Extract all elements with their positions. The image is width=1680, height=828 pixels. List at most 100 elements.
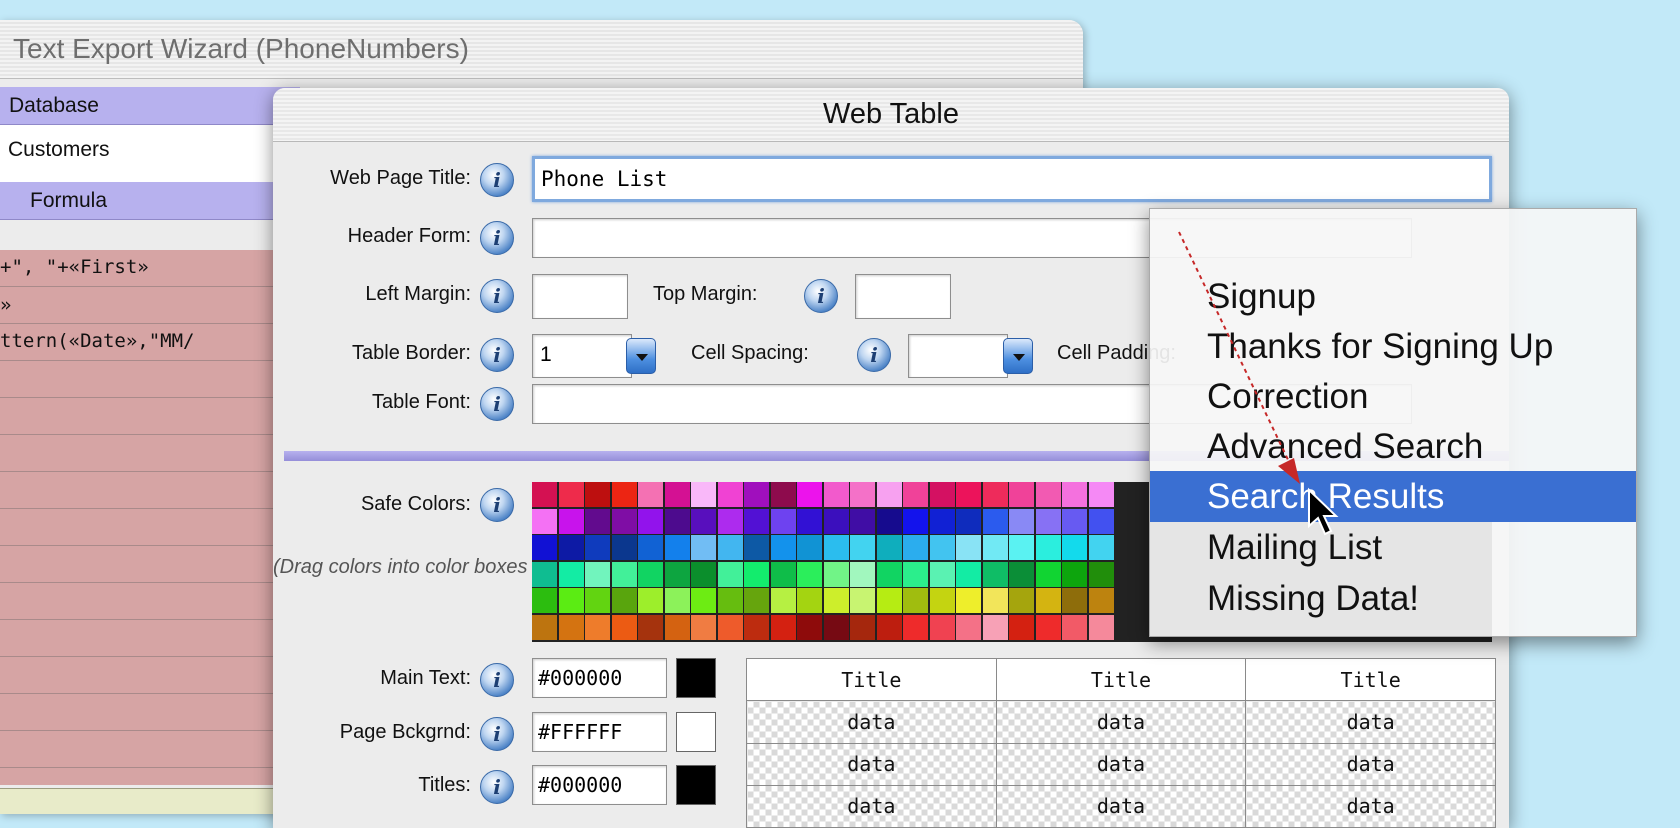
formula-column-header[interactable]: Formula — [0, 182, 300, 220]
color-swatch[interactable] — [956, 614, 981, 640]
color-swatch[interactable] — [876, 561, 902, 587]
color-swatch[interactable] — [903, 482, 928, 507]
info-icon[interactable]: i — [480, 279, 514, 313]
color-swatch[interactable] — [638, 535, 663, 560]
color-swatch[interactable] — [638, 482, 663, 507]
color-swatch[interactable] — [1035, 614, 1061, 640]
color-swatch[interactable] — [717, 482, 743, 507]
color-swatch[interactable] — [850, 561, 875, 587]
color-swatch[interactable] — [611, 482, 637, 507]
color-swatch[interactable] — [1062, 614, 1087, 640]
formula-list[interactable]: +", "+«First» » ttern(«Date»,"MM/ — [0, 250, 300, 785]
color-swatch[interactable] — [638, 561, 663, 587]
formula-line[interactable]: +", "+«First» — [0, 256, 149, 278]
color-swatch[interactable] — [558, 508, 584, 534]
color-swatch[interactable] — [982, 614, 1008, 640]
color-swatch[interactable] — [585, 614, 610, 640]
color-swatch[interactable] — [664, 508, 690, 534]
info-icon[interactable]: i — [480, 770, 514, 804]
color-swatch[interactable] — [532, 614, 557, 640]
color-swatch[interactable] — [850, 482, 875, 507]
color-swatch[interactable] — [691, 614, 716, 640]
info-icon[interactable]: i — [480, 717, 514, 751]
database-value[interactable]: Customers — [0, 125, 300, 182]
color-swatch[interactable] — [770, 482, 796, 507]
menu-item-advanced-search[interactable]: Advanced Search — [1150, 421, 1636, 472]
color-swatch[interactable] — [823, 561, 849, 587]
color-swatch[interactable] — [797, 535, 822, 560]
color-swatch[interactable] — [744, 508, 769, 534]
color-swatch[interactable] — [1088, 561, 1114, 587]
color-swatch[interactable] — [850, 508, 875, 534]
color-swatch[interactable] — [1062, 508, 1087, 534]
color-swatch[interactable] — [956, 535, 981, 560]
page-background-color-box[interactable] — [676, 712, 716, 752]
color-swatch[interactable] — [956, 482, 981, 507]
color-swatch[interactable] — [1088, 588, 1114, 613]
color-swatch[interactable] — [585, 482, 610, 507]
left-margin-input[interactable] — [532, 274, 628, 319]
titles-color-box[interactable] — [676, 765, 716, 805]
database-column-header[interactable]: Database — [0, 87, 300, 125]
color-swatch[interactable] — [717, 561, 743, 587]
color-swatch[interactable] — [585, 561, 610, 587]
color-swatch[interactable] — [1062, 482, 1087, 507]
info-icon[interactable]: i — [480, 488, 514, 522]
table-border-dropdown[interactable] — [626, 338, 656, 374]
color-swatch[interactable] — [717, 614, 743, 640]
color-swatch[interactable] — [850, 588, 875, 613]
color-swatch[interactable] — [1009, 535, 1034, 560]
color-swatch[interactable] — [797, 614, 822, 640]
color-swatch[interactable] — [1062, 561, 1087, 587]
color-swatch[interactable] — [691, 535, 716, 560]
color-swatch[interactable] — [823, 535, 849, 560]
color-swatch[interactable] — [1088, 614, 1114, 640]
color-swatch[interactable] — [982, 535, 1008, 560]
color-swatch[interactable] — [611, 561, 637, 587]
info-icon[interactable]: i — [857, 338, 891, 372]
color-swatch[interactable] — [903, 535, 928, 560]
color-swatch[interactable] — [876, 614, 902, 640]
menu-item-signup[interactable]: Signup — [1150, 271, 1636, 322]
color-swatch[interactable] — [1009, 561, 1034, 587]
color-swatch[interactable] — [532, 561, 557, 587]
color-swatch[interactable] — [797, 482, 822, 507]
cell-spacing-dropdown[interactable] — [1003, 338, 1033, 374]
color-swatch[interactable] — [903, 508, 928, 534]
color-swatch[interactable] — [876, 508, 902, 534]
color-swatch[interactable] — [744, 535, 769, 560]
color-swatch[interactable] — [744, 614, 769, 640]
color-swatch[interactable] — [611, 614, 637, 640]
color-swatch[interactable] — [823, 508, 849, 534]
color-swatch[interactable] — [823, 588, 849, 613]
color-swatch[interactable] — [929, 561, 955, 587]
color-swatch[interactable] — [532, 588, 557, 613]
color-swatch[interactable] — [903, 588, 928, 613]
menu-item-mailing-list[interactable]: Mailing List — [1150, 522, 1636, 573]
color-swatch[interactable] — [532, 482, 557, 507]
color-swatch[interactable] — [664, 614, 690, 640]
color-swatch[interactable] — [770, 561, 796, 587]
color-swatch[interactable] — [691, 561, 716, 587]
color-swatch[interactable] — [585, 508, 610, 534]
color-swatch[interactable] — [691, 508, 716, 534]
color-swatch[interactable] — [876, 482, 902, 507]
color-swatch[interactable] — [956, 588, 981, 613]
color-swatch[interactable] — [823, 614, 849, 640]
info-icon[interactable]: i — [480, 163, 514, 197]
color-swatch[interactable] — [1035, 508, 1061, 534]
info-icon[interactable]: i — [480, 338, 514, 372]
color-swatch[interactable] — [558, 535, 584, 560]
page-background-hex-input[interactable]: #FFFFFF — [532, 712, 667, 752]
color-swatch[interactable] — [744, 482, 769, 507]
color-swatch[interactable] — [1009, 614, 1034, 640]
info-icon[interactable]: i — [480, 663, 514, 697]
color-swatch[interactable] — [876, 535, 902, 560]
main-text-hex-input[interactable]: #000000 — [532, 658, 667, 698]
table-border-input[interactable]: 1 — [532, 334, 632, 378]
color-swatch[interactable] — [638, 588, 663, 613]
color-swatch[interactable] — [585, 535, 610, 560]
color-swatch[interactable] — [1088, 535, 1114, 560]
color-swatch[interactable] — [1009, 588, 1034, 613]
color-swatch[interactable] — [982, 482, 1008, 507]
